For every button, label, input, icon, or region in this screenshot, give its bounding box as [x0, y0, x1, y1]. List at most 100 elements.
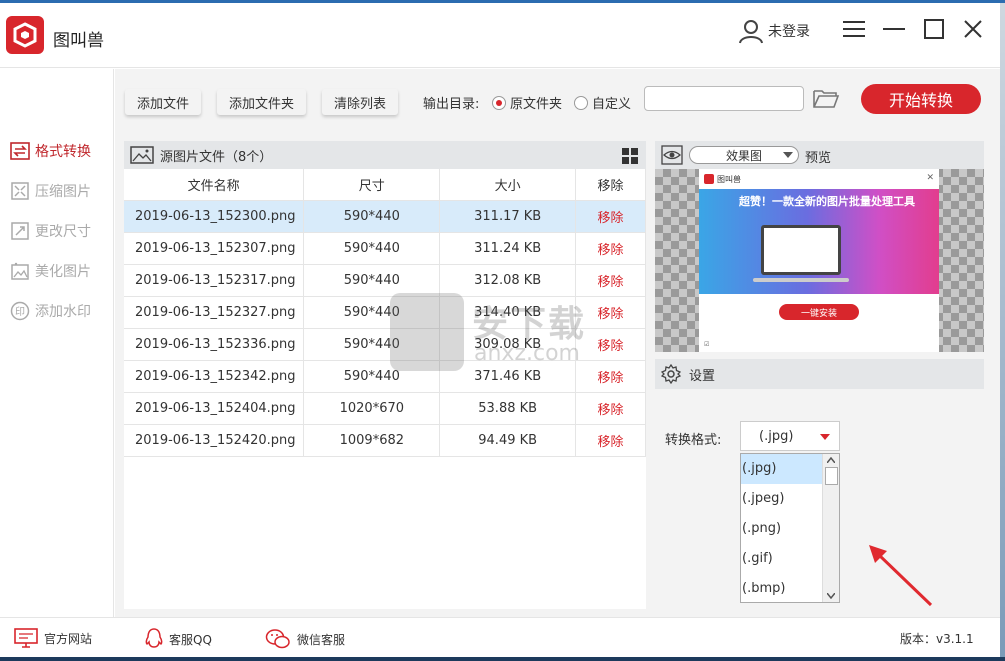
remove-link[interactable]: 移除: [575, 200, 646, 233]
compress-icon: [10, 181, 30, 201]
login-status: 未登录: [768, 24, 810, 40]
preview-label: 预览: [805, 151, 832, 166]
column-header: 大小: [439, 169, 577, 201]
table-row[interactable]: 2019-06-13_152336.png 590*440 309.08 KB …: [124, 328, 646, 361]
website-link[interactable]: 官方网站: [14, 628, 92, 648]
close-icon[interactable]: [958, 14, 988, 44]
remove-link[interactable]: 移除: [575, 296, 646, 329]
file-size: 311.17 KB: [439, 200, 577, 233]
format-select[interactable]: (.jpg): [740, 421, 840, 451]
folder-open-icon[interactable]: [812, 87, 840, 111]
preview-canvas: 图叫兽 ✕ 超赞！一款全新的图片批量处理工具 一键安装 ☑: [655, 169, 984, 352]
remove-link[interactable]: 移除: [575, 392, 646, 425]
format-option[interactable]: (.gif): [741, 544, 823, 574]
scroll-thumb[interactable]: [825, 467, 838, 485]
table-row[interactable]: 2019-06-13_152317.png 590*440 312.08 KB …: [124, 264, 646, 297]
preview-image: 图叫兽 ✕ 超赞！一款全新的图片批量处理工具 一键安装 ☑: [699, 169, 939, 352]
file-size: 371.46 KB: [439, 360, 577, 393]
grid-view-icon[interactable]: [622, 148, 638, 164]
wechat-support-link[interactable]: 微信客服: [265, 628, 345, 650]
add-folder-button[interactable]: 添加文件夹: [217, 89, 307, 115]
format-option[interactable]: (.jpg): [741, 454, 823, 484]
preview-panel: 效果图 预览 图叫兽 ✕ 超赞！一款全新的图片批量处理工具 一键安装 ☑: [655, 141, 984, 352]
table-row[interactable]: 2019-06-13_152327.png 590*440 314.40 KB …: [124, 296, 646, 329]
remove-link[interactable]: 移除: [575, 424, 646, 457]
title-bar: 图叫兽 未登录: [0, 6, 1005, 68]
file-dimensions: 590*440: [303, 200, 441, 233]
format-option[interactable]: (.jpeg): [741, 484, 823, 514]
file-name: 2019-06-13_152307.png: [124, 232, 305, 265]
table-header-row: 文件名称 尺寸 大小 移除: [124, 169, 646, 201]
app-window: 图叫兽 未登录 格式转换 压缩图片 更改尺寸 美化图片 印 添加水印 添加文件 …: [0, 0, 1005, 661]
sidebar-item-format-convert[interactable]: 格式转换: [10, 140, 91, 162]
scroll-down-icon[interactable]: [827, 593, 835, 599]
gear-icon: [661, 364, 681, 384]
watermark-icon: 印: [10, 301, 30, 321]
format-label: 转换格式:: [665, 433, 722, 448]
close-icon: ✕: [926, 173, 934, 183]
scrollbar[interactable]: [822, 454, 839, 602]
file-dimensions: 590*440: [303, 360, 441, 393]
ad-headline: 超赞！一款全新的图片批量处理工具: [739, 195, 915, 208]
table-row[interactable]: 2019-06-13_152420.png 1009*682 94.49 KB …: [124, 424, 646, 457]
output-path-input[interactable]: [644, 86, 804, 111]
minimize-icon[interactable]: [879, 14, 909, 44]
menu-icon[interactable]: [839, 14, 869, 44]
qq-support-link[interactable]: 客服QQ: [145, 628, 212, 650]
preview-header: 效果图 预览: [655, 141, 984, 169]
file-dimensions: 590*440: [303, 328, 441, 361]
file-dimensions: 590*440: [303, 232, 441, 265]
table-row[interactable]: 2019-06-13_152342.png 590*440 371.46 KB …: [124, 360, 646, 393]
preview-mode-value: 效果图: [725, 148, 762, 163]
sidebar-item-compress[interactable]: 压缩图片: [10, 180, 91, 202]
file-dimensions: 1009*682: [303, 424, 441, 457]
table-row[interactable]: 2019-06-13_152404.png 1020*670 53.88 KB …: [124, 392, 646, 425]
file-size: 309.08 KB: [439, 328, 577, 361]
file-panel-title: 源图片文件（8个）: [160, 149, 273, 165]
qq-label: 客服QQ: [169, 632, 212, 647]
website-label: 官方网站: [44, 631, 93, 646]
footer: 官方网站 客服QQ 微信客服 版本：v3.1.1: [0, 617, 1005, 657]
table-row[interactable]: 2019-06-13_152300.png 590*440 311.17 KB …: [124, 200, 646, 233]
sidebar-item-beautify[interactable]: 美化图片: [10, 260, 91, 282]
remove-link[interactable]: 移除: [575, 328, 646, 361]
file-size: 53.88 KB: [439, 392, 577, 425]
file-panel-header: 源图片文件（8个）: [124, 141, 646, 169]
preview-mode-select[interactable]: 效果图: [689, 146, 799, 164]
sidebar-item-watermark[interactable]: 印 添加水印: [10, 300, 91, 322]
file-name: 2019-06-13_152317.png: [124, 264, 305, 297]
format-option[interactable]: (.bmp): [741, 574, 823, 604]
settings-title: 设置: [689, 368, 716, 384]
clear-list-button[interactable]: 清除列表: [322, 89, 399, 115]
sidebar-item-label: 更改尺寸: [35, 224, 91, 240]
image-icon: [130, 146, 154, 164]
dropdown-arrow-icon: [820, 434, 830, 440]
radio-dot-checked: [492, 95, 506, 110]
radio-custom[interactable]: 自定义: [574, 93, 631, 112]
remove-link[interactable]: 移除: [575, 264, 646, 297]
eye-icon[interactable]: [661, 145, 683, 165]
ad-footer-checkbox: ☑: [704, 341, 710, 348]
add-file-button[interactable]: 添加文件: [125, 89, 202, 115]
table-row[interactable]: 2019-06-13_152307.png 590*440 311.24 KB …: [124, 232, 646, 265]
maximize-icon[interactable]: [919, 14, 949, 44]
resize-icon: [10, 221, 30, 241]
sidebar-item-label: 格式转换: [35, 144, 91, 160]
start-convert-button[interactable]: 开始转换: [861, 84, 981, 114]
user-icon: [739, 20, 763, 44]
file-name: 2019-06-13_152327.png: [124, 296, 305, 329]
file-dimensions: 590*440: [303, 296, 441, 329]
scroll-up-icon[interactable]: [827, 457, 835, 463]
app-title: 图叫兽: [53, 31, 104, 51]
radio-original-folder[interactable]: 原文件夹: [492, 93, 562, 112]
wechat-label: 微信客服: [297, 632, 346, 647]
remove-link[interactable]: 移除: [575, 360, 646, 393]
remove-link[interactable]: 移除: [575, 232, 646, 265]
file-dimensions: 590*440: [303, 264, 441, 297]
format-option[interactable]: (.png): [741, 514, 823, 544]
wechat-icon: [265, 628, 291, 650]
user-login[interactable]: 未登录: [738, 16, 810, 46]
sidebar-item-resize[interactable]: 更改尺寸: [10, 220, 91, 242]
file-name: 2019-06-13_152404.png: [124, 392, 305, 425]
chevron-down-icon: [783, 152, 793, 158]
